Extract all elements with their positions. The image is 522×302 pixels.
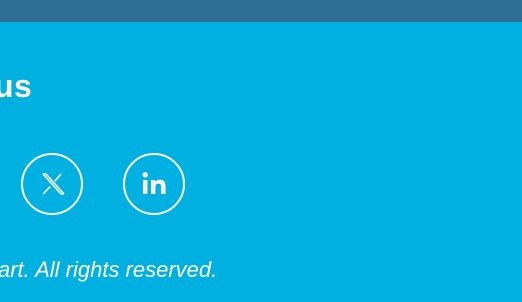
linkedin-icon — [142, 172, 166, 194]
linkedin-social-button[interactable] — [123, 153, 185, 215]
top-bar — [0, 0, 522, 22]
footer-section: us art. All rights reserved. — [0, 22, 522, 302]
footer-heading: us — [0, 68, 33, 104]
x-icon — [42, 173, 65, 195]
x-social-button[interactable] — [21, 153, 83, 215]
copyright-text: art. All rights reserved. — [0, 257, 218, 282]
